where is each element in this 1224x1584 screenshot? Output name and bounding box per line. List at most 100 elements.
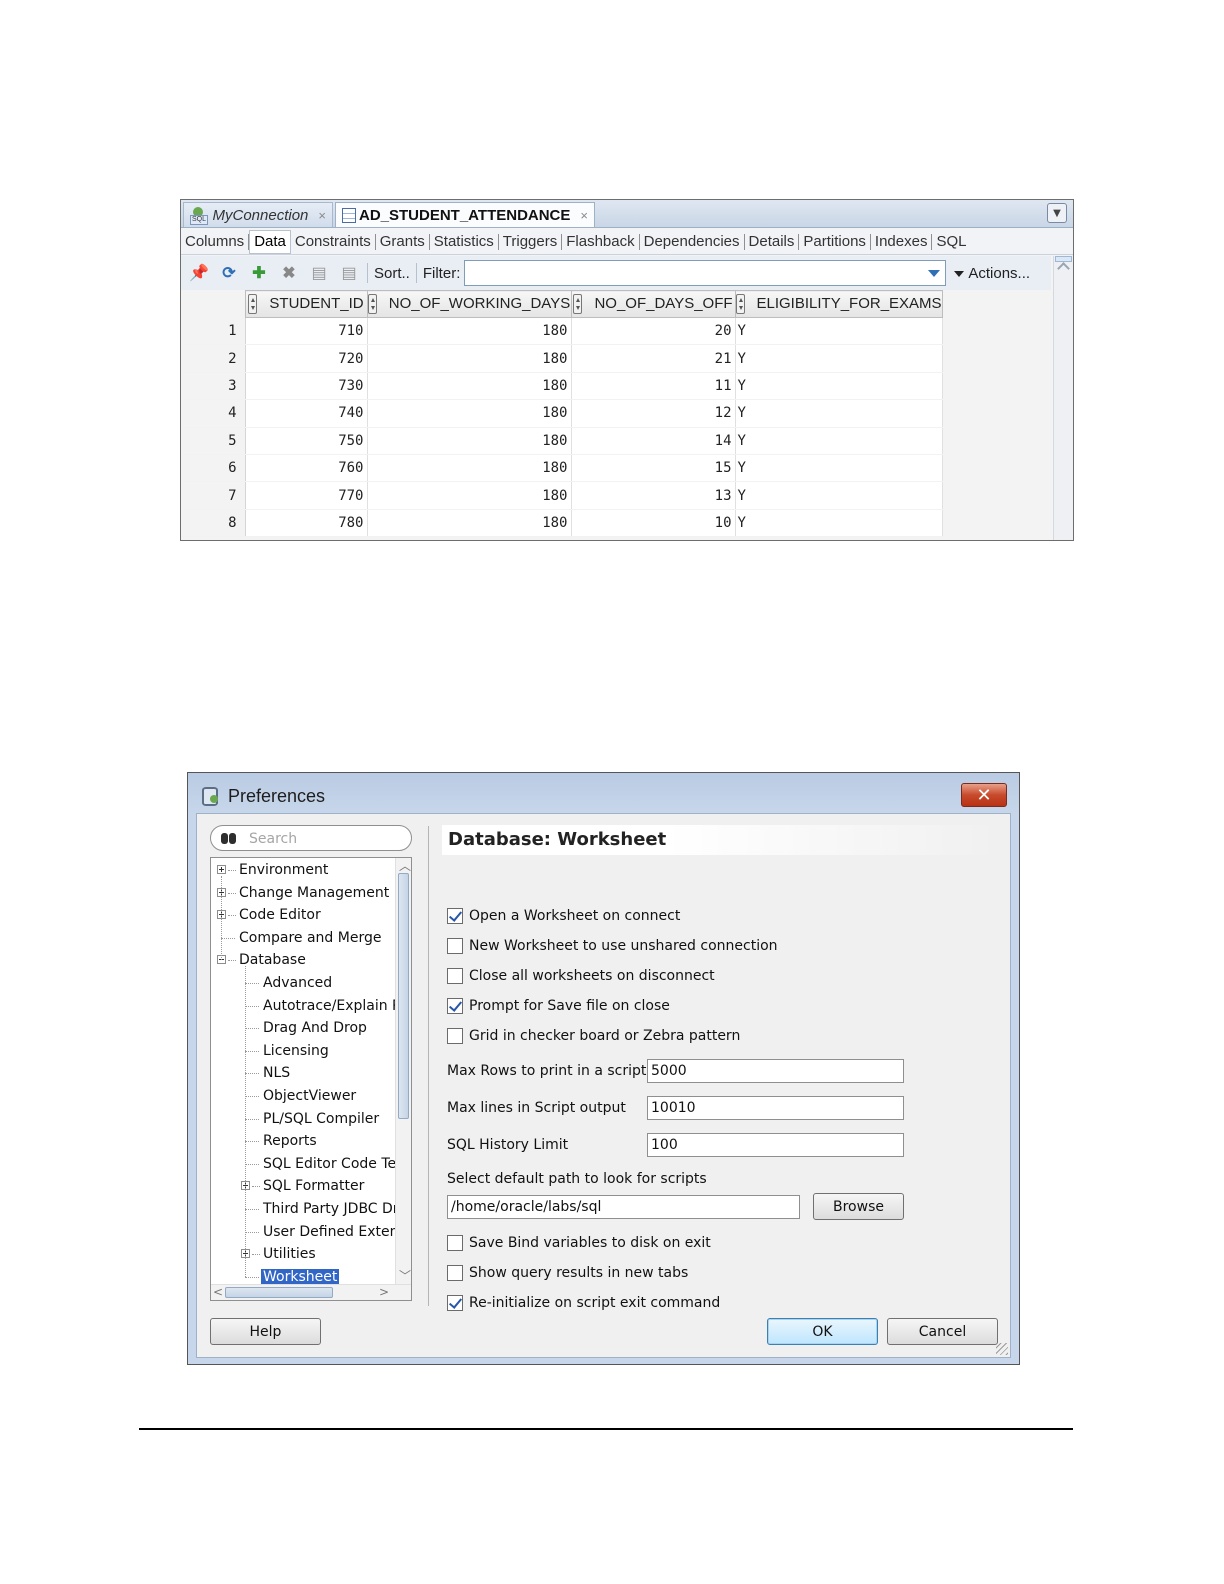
tree-item-code-editor[interactable]: Code Editor	[237, 904, 323, 926]
cell-working-days[interactable]: 180	[367, 427, 572, 455]
option-new-worksheet-unshared-connection[interactable]: New Worksheet to use unshared connection	[447, 935, 778, 957]
scroll-thumb[interactable]	[398, 873, 409, 1119]
cell-working-days[interactable]: 180	[367, 344, 572, 373]
cell-eligibility[interactable]: Y	[735, 372, 943, 401]
subtab-indexes[interactable]: Indexes	[871, 233, 933, 250]
cancel-button[interactable]: Cancel	[887, 1318, 998, 1345]
subtab-data[interactable]: Data	[249, 229, 291, 254]
default-path-field[interactable]	[447, 1195, 800, 1219]
table-row[interactable]: 6 760 180 15 Y	[183, 454, 943, 483]
tree-item-user-defined-extens[interactable]: User Defined Extens	[261, 1221, 408, 1243]
checkbox[interactable]	[447, 1028, 463, 1044]
sort-arrows-icon[interactable]	[573, 294, 583, 314]
cell-working-days[interactable]: 180	[367, 481, 572, 510]
cell-eligibility[interactable]: Y	[735, 399, 943, 428]
tree-item-environment[interactable]: Environment	[237, 859, 330, 881]
filter-input[interactable]	[464, 260, 947, 286]
cell-student-id[interactable]: 720	[245, 344, 368, 373]
option-reinitialize-on-exit[interactable]: Re-initialize on script exit command	[447, 1292, 720, 1314]
cell-student-id[interactable]: 740	[245, 399, 368, 428]
cell-eligibility[interactable]: Y	[735, 317, 943, 346]
subtab-sql[interactable]: SQL	[932, 233, 970, 250]
cell-eligibility[interactable]: Y	[735, 344, 943, 373]
scroll-up-icon[interactable]: ︿	[399, 860, 411, 872]
cell-eligibility[interactable]: Y	[735, 509, 943, 538]
checkbox[interactable]	[447, 938, 463, 954]
tree-item-advanced[interactable]: Advanced	[261, 972, 334, 994]
actions-menu-button[interactable]: Actions...	[954, 265, 1030, 282]
column-header-no-of-days-off[interactable]: NO_OF_DAYS_OFF	[570, 290, 736, 318]
subtab-triggers[interactable]: Triggers	[499, 233, 563, 250]
checkbox[interactable]	[447, 968, 463, 984]
scroll-up-icon[interactable]	[1057, 262, 1070, 275]
subtab-columns[interactable]: Columns	[181, 233, 250, 250]
cell-working-days[interactable]: 180	[367, 372, 572, 401]
split-handle[interactable]	[1055, 256, 1072, 262]
tree-item-licensing[interactable]: Licensing	[261, 1040, 331, 1062]
cell-student-id[interactable]: 770	[245, 481, 368, 510]
tree-item-autotrace-explain-p[interactable]: Autotrace/Explain P	[261, 995, 403, 1017]
cell-student-id[interactable]: 730	[245, 372, 368, 401]
tree-item-database[interactable]: Database	[237, 949, 308, 971]
scroll-right-icon[interactable]: >	[379, 1286, 389, 1298]
sql-history-limit-field[interactable]	[647, 1133, 904, 1157]
expand-icon[interactable]	[217, 865, 226, 874]
rollback-icon[interactable]: ▤	[337, 261, 361, 285]
tree-item-sql-editor-code-te[interactable]: SQL Editor Code Te	[261, 1153, 398, 1175]
refresh-icon[interactable]: ⟳	[217, 261, 241, 285]
cell-student-id[interactable]: 710	[245, 317, 368, 346]
search-input[interactable]	[249, 829, 399, 848]
delete-row-icon[interactable]: ✖	[277, 261, 301, 285]
filter-history-dropdown-icon[interactable]	[928, 270, 941, 277]
checkbox[interactable]	[447, 1295, 463, 1311]
sort-arrows-icon[interactable]	[735, 294, 745, 314]
checkbox[interactable]	[447, 1235, 463, 1251]
tree-item-nls[interactable]: NLS	[261, 1062, 292, 1084]
max-rows-field[interactable]	[647, 1059, 904, 1083]
sort-button[interactable]: Sort..	[374, 265, 410, 282]
tree-item-sql-formatter[interactable]: SQL Formatter	[261, 1175, 366, 1197]
tab-ad-student-attendance[interactable]: AD_STUDENT_ATTENDANCE ×	[335, 202, 595, 227]
tab-myconnection[interactable]: MyConnection ×	[183, 202, 333, 227]
cell-days-off[interactable]: 20	[571, 317, 736, 346]
tree-item-drag-and-drop[interactable]: Drag And Drop	[261, 1017, 369, 1039]
scroll-down-icon[interactable]: ﹀	[399, 1270, 411, 1282]
max-lines-field[interactable]	[647, 1096, 904, 1120]
tree-vertical-scrollbar[interactable]: ︿ ﹀	[395, 858, 411, 1284]
option-save-bind-variables[interactable]: Save Bind variables to disk on exit	[447, 1232, 711, 1254]
pin-icon[interactable]: 📌	[187, 261, 211, 285]
table-row[interactable]: 4 740 180 12 Y	[183, 399, 943, 428]
cell-days-off[interactable]: 13	[571, 481, 736, 510]
sort-arrows-icon[interactable]	[367, 294, 377, 314]
cell-days-off[interactable]: 15	[571, 454, 736, 483]
subtab-details[interactable]: Details	[745, 233, 800, 250]
help-button[interactable]: Help	[210, 1318, 321, 1345]
cell-working-days[interactable]: 180	[367, 317, 572, 346]
subtab-grants[interactable]: Grants	[376, 233, 430, 250]
tree-item-pl-sql-compiler[interactable]: PL/SQL Compiler	[261, 1108, 381, 1130]
close-tab-icon[interactable]: ×	[318, 208, 326, 223]
grid-vertical-scrollbar[interactable]	[1053, 256, 1073, 540]
cell-days-off[interactable]: 11	[571, 372, 736, 401]
column-header-no-of-working-days[interactable]: NO_OF_WORKING_DAYS	[366, 290, 572, 318]
column-header-eligibility-for-exams[interactable]: ELIGIBILITY_FOR_EXAMS	[734, 290, 943, 318]
tree-horizontal-scrollbar[interactable]: < >	[211, 1284, 411, 1300]
subtab-constraints[interactable]: Constraints	[291, 233, 376, 250]
cell-days-off[interactable]: 12	[571, 399, 736, 428]
table-row[interactable]: 2 720 180 21 Y	[183, 344, 943, 373]
sort-arrows-icon[interactable]	[248, 294, 258, 314]
table-row[interactable]: 1 710 180 20 Y	[183, 317, 943, 346]
cell-days-off[interactable]: 14	[571, 427, 736, 455]
cell-working-days[interactable]: 180	[367, 509, 572, 538]
option-prompt-save-on-close[interactable]: Prompt for Save file on close	[447, 995, 670, 1017]
cell-days-off[interactable]: 21	[571, 344, 736, 373]
tree-item-objectviewer[interactable]: ObjectViewer	[261, 1085, 358, 1107]
cell-student-id[interactable]: 780	[245, 509, 368, 538]
ok-button[interactable]: OK	[767, 1318, 878, 1345]
tree-item-compare-and-merge[interactable]: Compare and Merge	[237, 927, 383, 949]
cell-student-id[interactable]: 760	[245, 454, 368, 483]
browse-button[interactable]: Browse	[813, 1193, 904, 1220]
table-row[interactable]: 3 730 180 11 Y	[183, 372, 943, 401]
scroll-thumb[interactable]	[225, 1287, 333, 1298]
table-row[interactable]: 7 770 180 13 Y	[183, 481, 943, 510]
